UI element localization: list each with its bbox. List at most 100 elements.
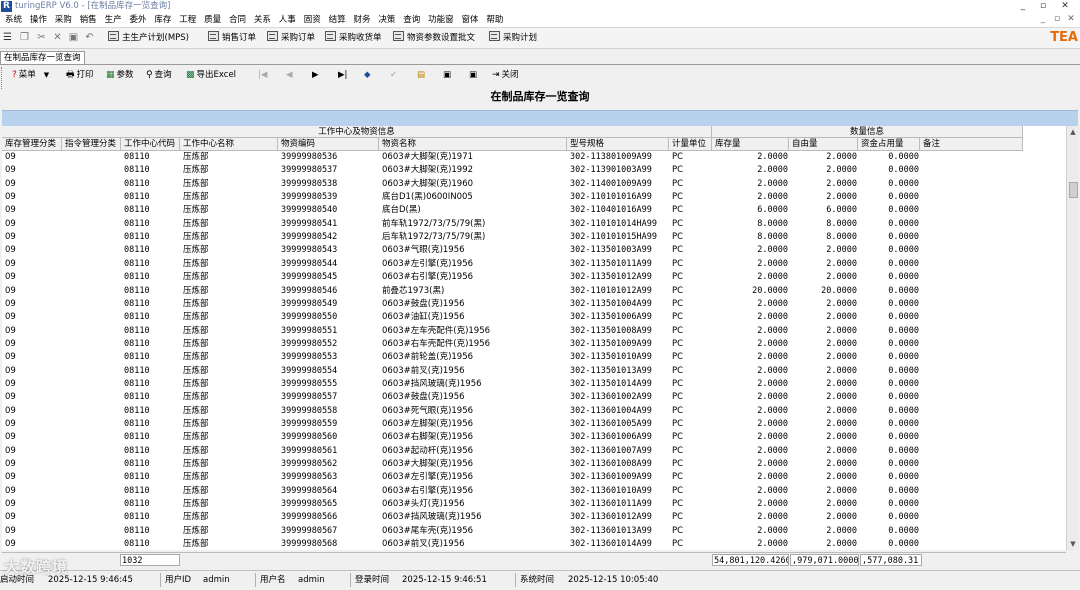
table-row[interactable]: 09 08110 压炼部 39999980551 0603#左车壳配件(克)1956 30… [2, 325, 1022, 338]
paste-icon[interactable]: ▣ [68, 32, 79, 43]
cut-icon[interactable]: ✂ [36, 32, 47, 43]
undo-icon[interactable]: ↶ [84, 32, 95, 43]
column-header[interactable]: 物资名称 [379, 138, 567, 151]
table-row[interactable]: 09 08110 压炼部 39999980539 底台D1(黑)0600IN005 302… [2, 191, 1022, 204]
menu-item[interactable]: 结算 [329, 13, 346, 27]
column-header[interactable]: 工作中心代码 [121, 138, 180, 151]
column-header[interactable]: 指令管理分类 [62, 138, 121, 151]
mdi-minimize-button[interactable]: _ [1036, 13, 1050, 26]
column-header[interactable]: 自由量 [789, 138, 858, 151]
quick-button-material-params[interactable]: 物资参数设置批文 [393, 31, 475, 45]
column-header[interactable]: 物资编码 [278, 138, 379, 151]
menu-item[interactable]: 决策 [378, 13, 395, 27]
maximize-button[interactable]: ▫ [1036, 0, 1050, 13]
quick-button-sales-order[interactable]: 销售订单 [208, 31, 256, 45]
quick-button-purchase-plan[interactable]: 采购计划 [489, 31, 537, 45]
column-header[interactable]: 库存管理分类 [2, 138, 62, 151]
table-row[interactable]: 09 08110 压炼部 39999980560 0603#右脚架(克)1956 302-… [2, 431, 1022, 444]
toolbar-grip[interactable] [1, 67, 6, 89]
mdi-close-button[interactable]: ✕ [1064, 13, 1078, 26]
check-icon[interactable]: ✓ [390, 68, 397, 82]
table-row[interactable]: 09 08110 压炼部 39999980567 0603#尾车壳(克)1956 302-… [2, 525, 1022, 538]
table-row[interactable]: 09 08110 压炼部 39999980542 后车轨1972/73/75/79(黑)… [2, 231, 1022, 244]
menu-item[interactable]: 查询 [403, 13, 420, 27]
table-row[interactable]: 09 08110 压炼部 39999980568 0603#前叉(克)1956 302-1… [2, 538, 1022, 550]
table-row[interactable]: 09 08110 压炼部 39999980562 0603#大脚架(克)1956 302-… [2, 458, 1022, 471]
save-icon[interactable]: ▣ [443, 68, 451, 82]
scroll-thumb[interactable] [1069, 182, 1078, 198]
menu-item[interactable]: 财务 [353, 13, 370, 27]
table-row[interactable]: 09 08110 压炼部 39999980558 0603#死气眼(克)1956 302-… [2, 405, 1022, 418]
params-button[interactable]: ▦ 参数 [106, 68, 134, 82]
table-row[interactable]: 09 08110 压炼部 39999980541 前车轨1972/73/75/79(黑)… [2, 218, 1022, 231]
table-row[interactable]: 09 08110 压炼部 39999980550 0603#油缸(克)1956 302-1… [2, 311, 1022, 324]
copy-icon[interactable]: ❐ [19, 32, 30, 43]
table-row[interactable]: 09 08110 压炼部 39999980536 0603#大脚架(克)1971 302-… [2, 151, 1022, 164]
close-button[interactable]: ⇥ 关闭 [492, 68, 519, 82]
table-row[interactable]: 09 08110 压炼部 39999980549 0603#鼓盘(克)1956 302-1… [2, 298, 1022, 311]
table-row[interactable]: 09 08110 压炼部 39999980543 0603#气眼(克)1956 302-1… [2, 244, 1022, 257]
menu-item[interactable]: 人事 [279, 13, 296, 27]
query-button[interactable]: ⚲ 查询 [146, 68, 172, 82]
menu-item[interactable]: 操作 [30, 13, 47, 27]
column-header[interactable]: 型号规格 [567, 138, 669, 151]
table-row[interactable]: 09 08110 压炼部 39999980555 0603#挡风玻璃(克)1956 302… [2, 378, 1022, 391]
close-window-button[interactable]: ✕ [1058, 0, 1072, 13]
menu-item[interactable]: 库存 [154, 13, 171, 27]
quick-button-purchase-receipt[interactable]: 采购收货单 [325, 31, 382, 45]
table-row[interactable]: 09 08110 压炼部 39999980561 0603#起动杆(克)1956 302-… [2, 445, 1022, 458]
delete-icon[interactable]: ✕ [52, 32, 63, 43]
menu-item[interactable]: 系统 [5, 13, 22, 27]
table-row[interactable]: 09 08110 压炼部 39999980553 0603#前轮盖(克)1956 302-… [2, 351, 1022, 364]
table-row[interactable]: 09 08110 压炼部 39999980557 0603#鼓盘(克)1956 302-1… [2, 391, 1022, 404]
save-as-icon[interactable]: ▣ [469, 68, 477, 82]
next-record-button[interactable]: ▶ [312, 68, 319, 82]
first-record-button[interactable]: |◀ [258, 68, 267, 82]
column-header[interactable]: 资金占用量 [858, 138, 920, 151]
scroll-up-icon[interactable]: ▲ [1067, 126, 1079, 138]
chart-icon[interactable]: ▤ [417, 68, 425, 82]
table-row[interactable]: 09 08110 压炼部 39999980563 0603#左引擎(克)1956 302-… [2, 471, 1022, 484]
last-record-button[interactable]: ▶| [338, 68, 347, 82]
table-row[interactable]: 09 08110 压炼部 39999980546 前叠芯1973(黑) 302-11010… [2, 285, 1022, 298]
table-row[interactable]: 09 08110 压炼部 39999980559 0603#左脚架(克)1956 302-… [2, 418, 1022, 431]
table-row[interactable]: 09 08110 压炼部 39999980564 0603#右引擎(克)1956 302-… [2, 485, 1022, 498]
table-row[interactable]: 09 08110 压炼部 39999980537 0603#大脚架(克)1992 302-… [2, 164, 1022, 177]
menu-item[interactable]: 固资 [304, 13, 321, 27]
column-header[interactable]: 备注 [920, 138, 1023, 151]
menu-item[interactable]: 功能窗 [428, 13, 454, 27]
table-row[interactable]: 09 08110 压炼部 39999980552 0603#右车壳配件(克)1956 30… [2, 338, 1022, 351]
table-row[interactable]: 09 08110 压炼部 39999980565 0603#头灯(克)1956 302-1… [2, 498, 1022, 511]
quick-button-purchase-order[interactable]: 采购订单 [267, 31, 315, 45]
menu-item[interactable]: 工程 [179, 13, 196, 27]
table-row[interactable]: 09 08110 压炼部 39999980538 0603#大脚架(克)1960 302-… [2, 178, 1022, 191]
column-header[interactable]: 工作中心名称 [180, 138, 278, 151]
tab-inventory-query[interactable]: 在制品库存一览查询 [0, 51, 85, 65]
minimize-button[interactable]: _ [1016, 0, 1030, 13]
menu-item[interactable]: 采购 [55, 13, 72, 27]
column-header[interactable]: 计量单位 [669, 138, 712, 151]
mdi-restore-button[interactable]: ▫ [1050, 13, 1064, 26]
hamburger-icon[interactable]: ☰ [2, 32, 13, 43]
table-row[interactable]: 09 08110 压炼部 39999980554 0603#前叉(克)1956 302-1… [2, 365, 1022, 378]
menu-button[interactable]: ? 菜单 ▼ [12, 68, 49, 82]
menu-item[interactable]: 合同 [229, 13, 246, 27]
quick-button-mps[interactable]: 主生产计划(MPS) [108, 31, 189, 45]
tag-icon[interactable]: ◆ [364, 68, 371, 82]
scroll-down-icon[interactable]: ▼ [1067, 538, 1079, 550]
print-button[interactable]: 🖶 打印 [66, 68, 94, 82]
menu-item[interactable]: 关系 [254, 13, 271, 27]
menu-item[interactable]: 帮助 [486, 13, 503, 27]
table-row[interactable]: 09 08110 压炼部 39999980544 0603#左引擎(克)1956 302-… [2, 258, 1022, 271]
prev-record-button[interactable]: ◀ [286, 68, 293, 82]
menu-item[interactable]: 质量 [204, 13, 221, 27]
table-row[interactable]: 09 08110 压炼部 39999980540 底台D(黑) 302-110401016… [2, 204, 1022, 217]
column-header[interactable]: 库存量 [712, 138, 789, 151]
menu-item[interactable]: 生产 [105, 13, 122, 27]
table-row[interactable]: 09 08110 压炼部 39999980545 0603#右引擎(克)1956 302-… [2, 271, 1022, 284]
menu-item[interactable]: 窗体 [462, 13, 479, 27]
menu-item[interactable]: 销售 [80, 13, 97, 27]
vertical-scrollbar[interactable]: ▲ ▼ [1066, 126, 1079, 550]
table-row[interactable]: 09 08110 压炼部 39999980566 0603#挡风玻璃(克)1956 302… [2, 511, 1022, 524]
menu-item[interactable]: 委外 [129, 13, 146, 27]
